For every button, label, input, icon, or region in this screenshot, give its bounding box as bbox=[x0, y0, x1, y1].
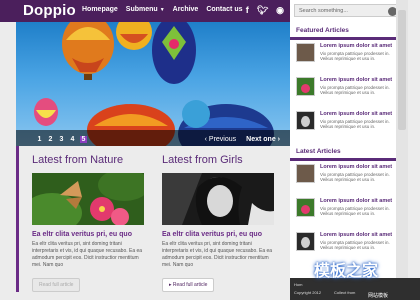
article-title: Lorem ipsum dolor sit amet bbox=[320, 43, 393, 49]
slider-page-3[interactable]: 3 bbox=[58, 136, 65, 143]
footer: Hom Copyright 2012 Collect from bbox=[290, 278, 420, 300]
featured-heading: Featured Articles bbox=[296, 27, 349, 34]
article-thumb bbox=[296, 111, 315, 130]
chevron-down-icon: ▼ bbox=[159, 7, 165, 13]
twitter-icon[interactable]: 🐦︎ bbox=[257, 5, 268, 15]
article-title: Lorem ipsum dolor sit amet bbox=[320, 111, 393, 117]
read-more-button[interactable]: ▸ Read full article bbox=[162, 278, 215, 292]
sidebar-scrollbar[interactable] bbox=[396, 0, 408, 300]
slider-page-2[interactable]: 2 bbox=[47, 136, 54, 143]
main-nav: Homepage Submenu ▼ Archive Contact us bbox=[82, 6, 243, 13]
featured-article[interactable]: Lorem ipsum dolor sit amet Vix prompta p… bbox=[296, 43, 400, 63]
post-column-girls: Latest from Girls Ea eltr clita veritus … bbox=[162, 146, 292, 292]
post-title[interactable]: Ea eltr clita veritus pri, eu quo bbox=[32, 231, 146, 238]
top-header: Doppio Homepage Submenu ▼ Archive Contact… bbox=[0, 0, 290, 22]
article-summary: Vix prompta pattrique prodesset in. Veik… bbox=[320, 119, 390, 129]
slider-controls: 1 2 3 4 5 ‹ Previous Next one › bbox=[16, 130, 290, 146]
latest-article[interactable]: Lorem ipsum dolor sit amet Vix prompta p… bbox=[296, 164, 400, 184]
article-title: Lorem ipsum dolor sit amet bbox=[320, 164, 393, 170]
search-input[interactable]: Search something... bbox=[294, 4, 400, 17]
featured-article[interactable]: Lorem ipsum dolor sit amet Vix prompta p… bbox=[296, 77, 400, 97]
post-excerpt: Ea eltr clita veritus pri, sint doming t… bbox=[162, 241, 273, 268]
footer-links[interactable]: Hom bbox=[294, 282, 302, 287]
nav-item-contact[interactable]: Contact us bbox=[206, 6, 242, 13]
featured-divider bbox=[290, 37, 406, 40]
post-column-nature: Latest from Nature Ea eltr clita veritus… bbox=[16, 146, 146, 292]
slider-page-5[interactable]: 5 bbox=[80, 136, 87, 143]
social-links: f 🐦︎ ◉ bbox=[246, 5, 284, 15]
article-summary: Vix prompta pattrique prodesset in. Veik… bbox=[320, 172, 390, 182]
footer-credit: Collect from bbox=[334, 290, 356, 295]
image-slider[interactable]: 1 2 3 4 5 ‹ Previous Next one › bbox=[16, 22, 290, 146]
article-thumb bbox=[296, 43, 315, 62]
slider-pager: 1 2 3 4 5 bbox=[36, 136, 87, 143]
previous-button[interactable]: ‹ Previous bbox=[205, 136, 237, 143]
next-button[interactable]: Next one › bbox=[246, 136, 280, 143]
article-thumb bbox=[296, 232, 315, 251]
post-excerpt: Ea eltr clita veritus pri, sint doming t… bbox=[32, 241, 143, 268]
featured-article[interactable]: Lorem ipsum dolor sit amet Vix prompta p… bbox=[296, 111, 400, 131]
section-heading: Latest from Girls bbox=[162, 154, 243, 166]
article-thumb bbox=[296, 77, 315, 96]
footer-copyright: Copyright 2012 bbox=[294, 290, 322, 295]
read-more-button[interactable]: Read full article bbox=[32, 278, 81, 292]
watermark: 模板之家 bbox=[314, 263, 379, 280]
article-title: Lorem ipsum dolor sit amet bbox=[320, 198, 393, 204]
facebook-icon[interactable]: f bbox=[246, 5, 249, 15]
butterfly-image[interactable] bbox=[32, 173, 144, 225]
article-thumb bbox=[296, 198, 315, 217]
search-placeholder: Search something... bbox=[299, 8, 348, 14]
nav-item-archive[interactable]: Archive bbox=[173, 6, 199, 13]
rss-icon[interactable]: ◉ bbox=[276, 5, 284, 15]
post-title[interactable]: Ea eltr clita veritus pri, eu quo bbox=[162, 231, 292, 238]
article-summary: Vix prompta pattrique prodesset in. Veik… bbox=[320, 240, 390, 250]
article-summary: Vix prompta pattrique prodesset in. Veik… bbox=[320, 51, 390, 61]
latest-divider bbox=[290, 158, 406, 161]
site-logo[interactable]: Doppio bbox=[23, 2, 76, 19]
latest-heading: Latest Articles bbox=[296, 148, 341, 155]
slider-page-4[interactable]: 4 bbox=[69, 136, 76, 143]
sidebar: Search something... Featured Articles Lo… bbox=[290, 0, 408, 300]
section-heading: Latest from Nature bbox=[32, 154, 124, 166]
nav-item-submenu[interactable]: Submenu ▼ bbox=[126, 6, 165, 13]
nav-item-submenu-label: Submenu bbox=[125, 6, 158, 13]
article-title: Lorem ipsum dolor sit amet bbox=[320, 232, 393, 238]
scrollbar-thumb[interactable] bbox=[398, 10, 406, 130]
page: Doppio Homepage Submenu ▼ Archive Contact… bbox=[0, 0, 420, 300]
balloons-image bbox=[34, 22, 274, 146]
article-title: Lorem ipsum dolor sit amet bbox=[320, 77, 393, 83]
slider-page-1[interactable]: 1 bbox=[36, 136, 43, 143]
latest-article[interactable]: Lorem ipsum dolor sit amet Vix prompta p… bbox=[296, 232, 400, 252]
portrait-image[interactable] bbox=[162, 173, 274, 225]
nav-item-homepage[interactable]: Homepage bbox=[82, 6, 118, 13]
article-summary: Vix prompta pattrique prodesset in. Veik… bbox=[320, 206, 390, 216]
watermark-caption: 网站模板 bbox=[368, 293, 389, 299]
latest-article[interactable]: Lorem ipsum dolor sit amet Vix prompta p… bbox=[296, 198, 400, 218]
slide-nav: ‹ Previous Next one › bbox=[205, 136, 280, 143]
article-thumb bbox=[296, 164, 315, 183]
article-summary: Vix prompta pattrique prodesset in. Veik… bbox=[320, 85, 390, 95]
